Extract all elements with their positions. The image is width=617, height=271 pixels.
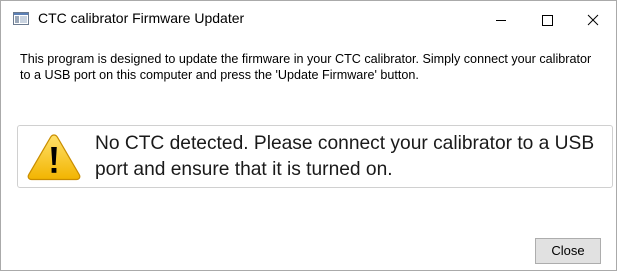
warning-icon [26, 132, 82, 182]
close-window-button[interactable] [570, 1, 616, 35]
close-button[interactable]: Close [535, 238, 601, 264]
description-text: This program is designed to update the f… [20, 52, 592, 82]
maximize-button[interactable] [524, 1, 570, 35]
app-window-icon [13, 12, 29, 25]
close-icon [587, 14, 599, 26]
alert-message: No CTC detected. Please connect your cal… [95, 133, 595, 180]
window-title: CTC calibrator Firmware Updater [38, 10, 245, 26]
minimize-icon [496, 20, 506, 21]
title-bar[interactable]: CTC calibrator Firmware Updater [1, 1, 616, 35]
app-window: CTC calibrator Firmware Updater This pro… [0, 0, 617, 271]
maximize-icon [542, 15, 553, 26]
minimize-button[interactable] [478, 1, 524, 35]
status-alert-panel: No CTC detected. Please connect your cal… [17, 125, 613, 188]
